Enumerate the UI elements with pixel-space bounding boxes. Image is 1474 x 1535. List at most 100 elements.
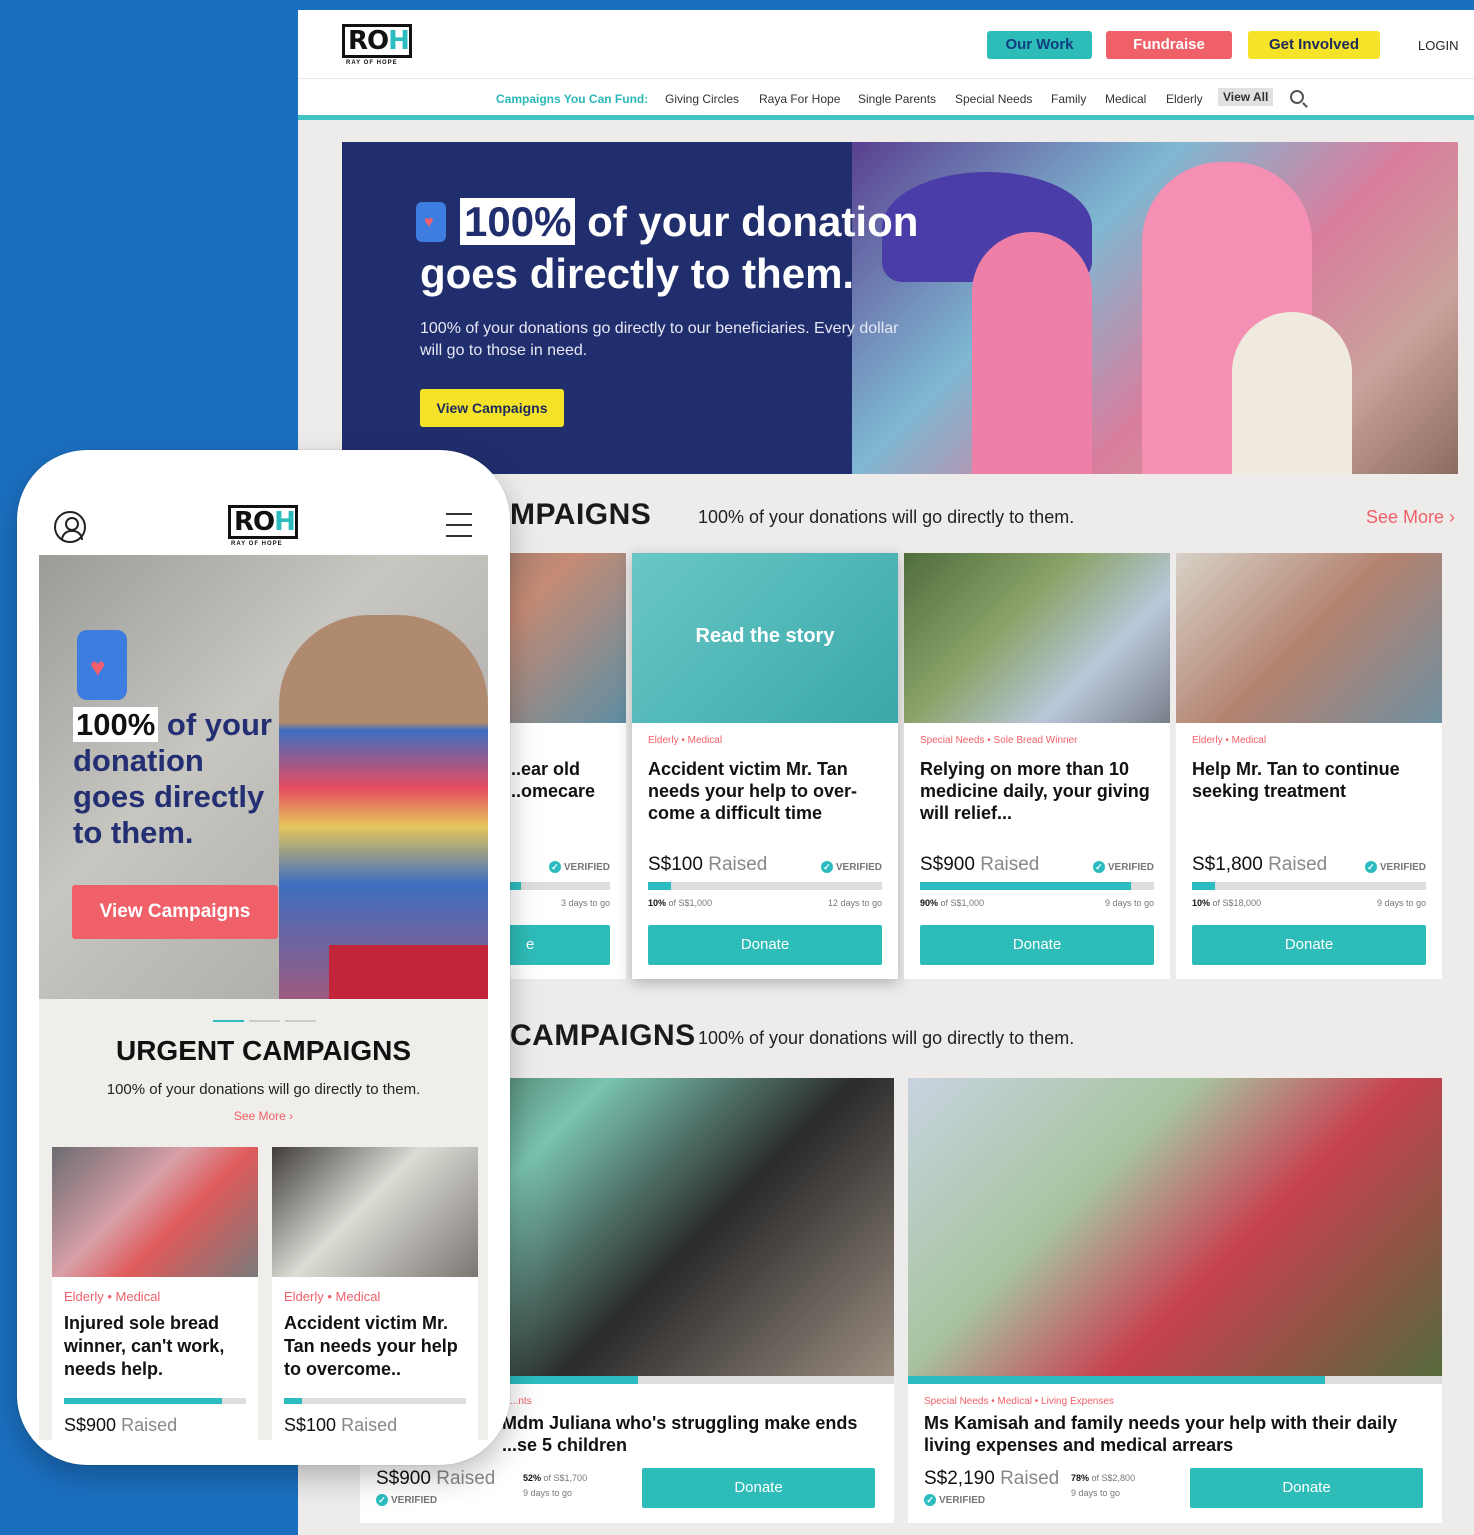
category-giving-circles[interactable]: Giving Circles	[665, 92, 739, 106]
logo-mark-h: H	[274, 507, 296, 537]
read-the-story-overlay[interactable]: Read the story	[632, 625, 898, 648]
donate-button[interactable]: Donate	[648, 925, 882, 965]
donate-button[interactable]: Donate	[920, 925, 1154, 965]
campaign-title[interactable]: Ms Kamisah and family needs your help wi…	[924, 1412, 1424, 1456]
progress-bar	[284, 1398, 466, 1404]
urgent-section-title: MPAIGNS	[510, 498, 652, 531]
campaign-tags: Elderly • Medical	[648, 735, 723, 746]
donate-button[interactable]: Donate	[1192, 925, 1426, 965]
fundraise-button[interactable]: Fundraise	[1106, 31, 1232, 59]
campaign-card[interactable]: Read the story Elderly • Medical Acciden…	[632, 553, 898, 979]
featured-section-subtitle: 100% of your donations will go directly …	[698, 1028, 1075, 1048]
featured-campaign-card[interactable]: Special Needs • Medical • Living Expense…	[908, 1078, 1442, 1523]
progress-percent: 10% of S$18,000	[1192, 898, 1261, 908]
campaign-tags: Elderly • Medical	[64, 1289, 161, 1304]
progress-percent: 78% of S$2,800 9 days to go	[1071, 1471, 1135, 1501]
our-work-button[interactable]: Our Work	[987, 31, 1092, 59]
campaign-title[interactable]: Help Mr. Tan to continue seeking treatme…	[1192, 758, 1422, 802]
hamburger-menu-icon[interactable]	[446, 513, 472, 537]
hero-heading: 100% of your donation goes directly to t…	[420, 196, 980, 300]
days-left: 9 days to go	[523, 1488, 573, 1498]
raised-value: S$1,800	[1192, 854, 1263, 875]
pct-value: 10%	[648, 898, 667, 908]
mobile-screen: ROH RAY OF HOPE 100% of your donation go…	[39, 495, 488, 1440]
carousel-dot-active[interactable]	[213, 1020, 244, 1022]
campaign-photo	[908, 1078, 1442, 1376]
goal-value: of S$1,000	[668, 898, 713, 908]
logo-subtitle: RAY OF HOPE	[231, 541, 283, 547]
raised-value: S$900	[64, 1415, 117, 1435]
campaign-photo	[272, 1147, 478, 1277]
raised-value: S$900	[376, 1468, 431, 1489]
donate-button[interactable]: Donate	[1190, 1468, 1423, 1508]
category-nav: Campaigns You Can Fund: Giving Circles R…	[298, 78, 1474, 120]
campaign-card[interactable]: Special Needs • Sole Bread Winner Relyin…	[904, 553, 1170, 979]
raised-amount: S$900 Raised	[64, 1415, 177, 1436]
roh-logo[interactable]: ROH	[228, 505, 298, 539]
category-elderly[interactable]: Elderly	[1166, 92, 1203, 106]
goal-value: of S$1,700	[543, 1473, 588, 1483]
raised-word: Raised	[1000, 1468, 1060, 1489]
mobile-campaign-card[interactable]: Elderly • Medical Accident victim Mr. Ta…	[272, 1147, 478, 1440]
campaign-title[interactable]: Injured sole bread winner, can't work, n…	[64, 1312, 250, 1381]
view-all-link[interactable]: View All	[1218, 88, 1274, 106]
days-left: 9 days to go	[1104, 898, 1154, 908]
see-more-link[interactable]: See More ›	[1366, 507, 1455, 528]
progress-fill	[920, 882, 1131, 890]
campaign-tags: Special Needs • Sole Bread Winner	[920, 735, 1078, 746]
verified-badge: VERIFIED	[1365, 861, 1426, 873]
roh-logo[interactable]: ROH	[342, 24, 412, 58]
logo-mark-h: H	[388, 26, 410, 56]
search-icon[interactable]	[1290, 90, 1304, 104]
login-link[interactable]: LOGIN	[1418, 38, 1458, 53]
mobile-hero-banner: 100% of your donation goes directly to t…	[39, 555, 488, 999]
category-family[interactable]: Family	[1051, 92, 1086, 106]
get-involved-button[interactable]: Get Involved	[1248, 31, 1380, 59]
raised-amount: S$100 Raised	[648, 854, 767, 876]
campaign-title[interactable]: Accident victim Mr. Tan needs your help …	[648, 758, 878, 824]
campaign-photo	[52, 1147, 258, 1277]
progress-percent: 90% of S$1,000	[920, 898, 984, 908]
campaign-title[interactable]: Accident victim Mr. Tan needs your help …	[284, 1312, 470, 1381]
pct-value: 10%	[1192, 898, 1211, 908]
progress-bar	[648, 882, 882, 890]
carousel-dot[interactable]	[249, 1020, 280, 1022]
raised-word: Raised	[436, 1468, 496, 1489]
raised-value: S$2,190	[924, 1468, 995, 1489]
campaign-title[interactable]: Relying on more than 10 medicine daily, …	[920, 758, 1150, 824]
logo-subtitle: RAY OF HOPE	[346, 60, 398, 66]
category-single-parents[interactable]: Single Parents	[858, 92, 936, 106]
hero-pct: 100%	[460, 198, 576, 245]
campaign-photo	[904, 553, 1170, 723]
mobile-section-subtitle: 100% of your donations will go directly …	[106, 1081, 421, 1098]
mobile-campaign-card[interactable]: Elderly • Medical Injured sole bread win…	[52, 1147, 258, 1440]
progress-fill	[908, 1376, 1325, 1384]
user-icon[interactable]	[54, 511, 86, 543]
category-special-needs[interactable]: Special Needs	[955, 92, 1032, 106]
donation-jar-icon	[77, 630, 127, 700]
raised-word: Raised	[708, 854, 768, 875]
progress-fill	[1192, 882, 1216, 890]
hero-family-photo	[852, 142, 1458, 474]
mobile-header: ROH RAY OF HOPE	[39, 495, 488, 555]
raised-word: Raised	[1268, 854, 1328, 875]
raised-amount: S$100 Raised	[284, 1415, 397, 1436]
progress-bar	[920, 882, 1154, 890]
category-raya-for-hope[interactable]: Raya For Hope	[759, 92, 840, 106]
raised-word: Raised	[121, 1415, 178, 1435]
pct-value: 52%	[523, 1473, 542, 1483]
donate-button[interactable]: Donate	[642, 1468, 875, 1508]
carousel-dot[interactable]	[285, 1020, 316, 1022]
carousel-indicator	[213, 1009, 321, 1027]
days-left: 12 days to go	[827, 898, 882, 908]
category-label: Campaigns You Can Fund:	[496, 92, 649, 106]
view-campaigns-button[interactable]: View Campaigns	[420, 389, 564, 427]
view-campaigns-button[interactable]: View Campaigns	[72, 885, 278, 939]
featured-section-title: CAMPAIGNS	[510, 1019, 696, 1052]
logo-mark: RO	[234, 507, 275, 537]
category-medical[interactable]: Medical	[1105, 92, 1146, 106]
campaign-card[interactable]: Elderly • Medical Help Mr. Tan to contin…	[1176, 553, 1442, 979]
campaign-tags: Special Needs • Medical • Living Expense…	[924, 1396, 1114, 1407]
campaign-title[interactable]: Mdm Juliana who's struggling make ends .…	[502, 1412, 882, 1456]
see-more-link[interactable]: See More ›	[39, 1109, 488, 1123]
